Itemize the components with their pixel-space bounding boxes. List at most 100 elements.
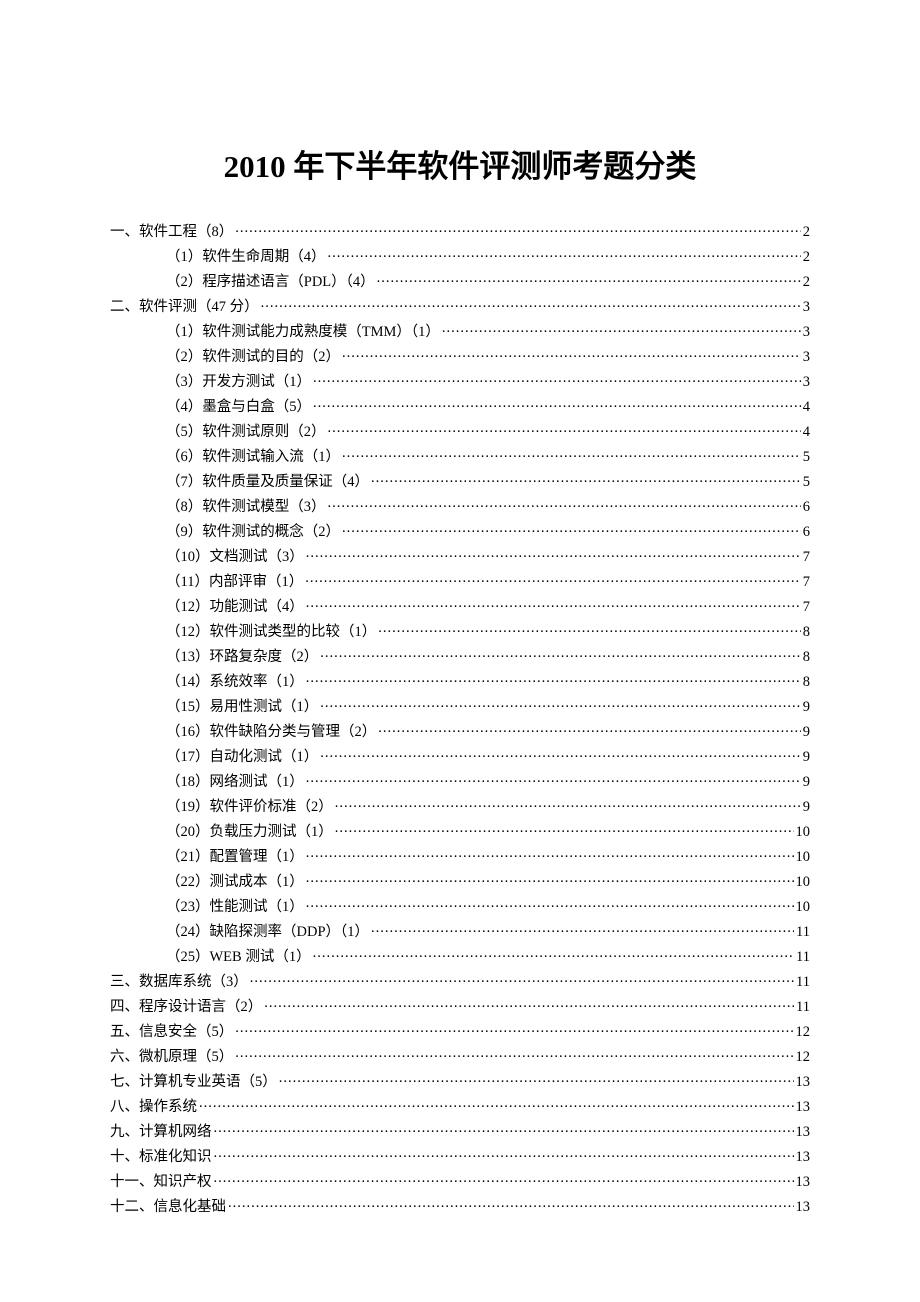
toc-entry-label: （6）软件测试输入流（1）	[166, 450, 340, 465]
toc-entry-page: 8	[803, 625, 810, 640]
toc-leader-dots	[328, 496, 801, 511]
toc-leader-dots	[306, 896, 794, 911]
toc-entry: （13）环路复杂度（2） 8	[110, 643, 810, 668]
toc-entry: 四、程序设计语言（2）11	[110, 993, 810, 1018]
toc-leader-dots	[335, 821, 794, 836]
toc-leader-dots	[261, 296, 801, 311]
toc-entry-label: 七、计算机专业英语（5）	[110, 1075, 277, 1090]
toc-leader-dots	[335, 796, 801, 811]
toc-entry: 十二、信息化基础 13	[110, 1193, 810, 1218]
toc-entry: 二、软件评测（47 分） 3	[110, 293, 810, 318]
toc-leader-dots	[279, 1071, 794, 1086]
toc-entry-label: （15）易用性测试（1）	[166, 700, 318, 715]
toc-entry-page: 10	[796, 900, 811, 915]
toc-entry-page: 11	[796, 925, 810, 940]
toc-entry: （9）软件测试的概念（2）6	[110, 518, 810, 543]
toc-entry: （2）程序描述语言（PDL）（4）2	[110, 268, 810, 293]
toc-entry-label: 十二、信息化基础	[110, 1200, 226, 1215]
toc-entry: （2）软件测试的目的（2） 3	[110, 343, 810, 368]
toc-leader-dots	[371, 921, 794, 936]
toc-entry-page: 8	[803, 675, 810, 690]
toc-entry: （24）缺陷探测率（DDP）（1） 11	[110, 918, 810, 943]
toc-leader-dots	[320, 646, 801, 661]
toc-entry-page: 13	[796, 1175, 811, 1190]
toc-entry-page: 9	[803, 750, 810, 765]
toc-entry-label: （18）网络测试（1）	[166, 775, 304, 790]
toc-leader-dots	[214, 1171, 794, 1186]
toc-entry-label: （1）软件测试能力成熟度模（TMM）（1）	[166, 325, 440, 340]
toc-entry: （5）软件测试原则（2） 4	[110, 418, 810, 443]
toc-leader-dots	[199, 1096, 794, 1111]
toc-entry-label: （4）墨盒与白盒（5）	[166, 400, 311, 415]
toc-leader-dots	[235, 1021, 793, 1036]
toc-leader-dots	[306, 871, 794, 886]
toc-entry: （14）系统效率（1）8	[110, 668, 810, 693]
toc-entry: 七、计算机专业英语（5）13	[110, 1068, 810, 1093]
toc-leader-dots	[306, 546, 801, 561]
toc-entry-label: （24）缺陷探测率（DDP）（1）	[166, 925, 369, 940]
toc-entry-label: （12）软件测试类型的比较（1）	[166, 625, 376, 640]
toc-entry-page: 5	[803, 475, 810, 490]
toc-entry: 五、信息安全（5）12	[110, 1018, 810, 1043]
toc-entry-page: 6	[803, 500, 810, 515]
toc-leader-dots	[228, 1196, 794, 1211]
toc-entry-page: 2	[803, 225, 810, 240]
toc-entry-label: 六、微机原理（5）	[110, 1050, 233, 1065]
toc-entry-label: （2）软件测试的目的（2）	[166, 350, 340, 365]
toc-entry: （22）测试成本（1） 10	[110, 868, 810, 893]
toc-entry: （25）WEB 测试（1）11	[110, 943, 810, 968]
toc-entry-page: 13	[796, 1100, 811, 1115]
toc-entry-page: 13	[796, 1125, 811, 1140]
toc-entry: 六、微机原理（5） 12	[110, 1043, 810, 1068]
toc-entry-page: 9	[803, 800, 810, 815]
toc-leader-dots	[371, 471, 801, 486]
toc-entry: （16）软件缺陷分类与管理（2）9	[110, 718, 810, 743]
toc-entry-page: 8	[803, 650, 810, 665]
toc-entry: （10）文档测试（3）7	[110, 543, 810, 568]
toc-entry-label: （22）测试成本（1）	[166, 875, 304, 890]
toc-entry-page: 3	[803, 325, 810, 340]
toc-entry: 十、标准化知识13	[110, 1143, 810, 1168]
toc-leader-dots	[235, 1046, 793, 1061]
toc-entry-page: 12	[796, 1025, 811, 1040]
toc-leader-dots	[214, 1121, 794, 1136]
toc-entry-page: 10	[796, 875, 811, 890]
toc-entry: 十一、知识产权 13	[110, 1168, 810, 1193]
toc-entry-label: 四、程序设计语言（2）	[110, 1000, 262, 1015]
toc-entry-label: 十一、知识产权	[110, 1175, 212, 1190]
toc-entry: （18）网络测试（1）9	[110, 768, 810, 793]
toc-entry-page: 7	[803, 600, 810, 615]
toc-leader-dots	[377, 271, 801, 286]
toc-entry-page: 3	[803, 300, 810, 315]
toc-entry-label: （12）功能测试（4）	[166, 600, 304, 615]
toc-leader-dots	[313, 946, 794, 961]
toc-entry-label: （5）软件测试原则（2）	[166, 425, 326, 440]
toc-leader-dots	[378, 721, 801, 736]
toc-entry-page: 4	[803, 425, 810, 440]
toc-entry: 三、数据库系统（3）11	[110, 968, 810, 993]
toc-entry-label: 二、软件评测（47 分）	[110, 300, 259, 315]
toc-entry: （6）软件测试输入流（1）5	[110, 443, 810, 468]
page-title: 2010 年下半年软件评测师考题分类	[110, 141, 810, 186]
toc-leader-dots	[305, 571, 801, 586]
toc-entry-label: （21）配置管理（1）	[166, 850, 304, 865]
toc-entry-label: （13）环路复杂度（2）	[166, 650, 318, 665]
toc-leader-dots	[313, 396, 801, 411]
toc-entry-page: 10	[796, 850, 811, 865]
toc-entry-page: 3	[803, 375, 810, 390]
toc-leader-dots	[306, 771, 801, 786]
toc-entry-page: 11	[796, 975, 810, 990]
toc-entry-label: （25）WEB 测试（1）	[166, 950, 311, 965]
toc-entry-page: 12	[796, 1050, 811, 1065]
toc-entry-page: 6	[803, 525, 810, 540]
toc-entry-label: （8）软件测试模型（3）	[166, 500, 326, 515]
toc-entry-page: 13	[796, 1200, 811, 1215]
toc-entry-page: 7	[803, 575, 810, 590]
toc-leader-dots	[306, 846, 794, 861]
toc-leader-dots	[320, 696, 801, 711]
toc-entry-page: 3	[803, 350, 810, 365]
toc-entry-page: 4	[803, 400, 810, 415]
toc-entry-page: 9	[803, 700, 810, 715]
toc-leader-dots	[235, 221, 801, 236]
toc-leader-dots	[313, 371, 801, 386]
